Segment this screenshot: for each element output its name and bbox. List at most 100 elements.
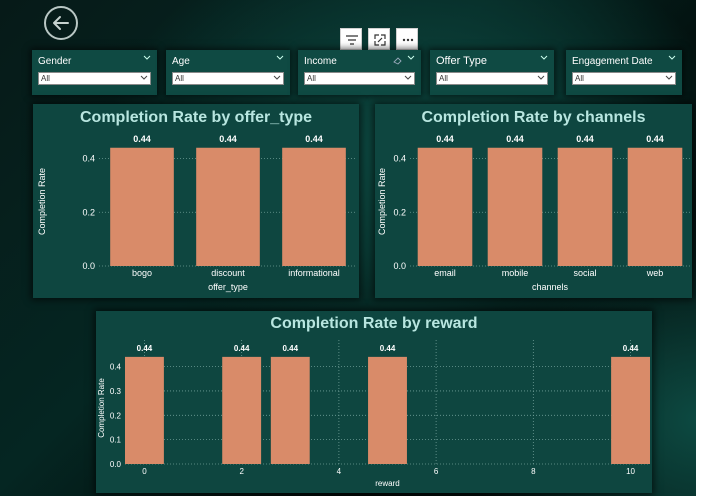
x-tick-label: 10 bbox=[626, 467, 635, 476]
slicer-engagement-date-dropdown[interactable]: All bbox=[572, 72, 676, 85]
y-axis-label: Completion Rate bbox=[377, 168, 387, 235]
report-canvas: Gender All Age All Income All Offer Type… bbox=[0, 0, 714, 502]
bar bbox=[368, 356, 407, 464]
chart-card-reward[interactable]: Completion Rate by reward 0.0 0.1 0.2 0.3 0.… bbox=[96, 311, 652, 493]
slicer-gender[interactable]: Gender All bbox=[32, 50, 157, 95]
x-tick-label: discount bbox=[211, 268, 245, 278]
data-label: 0.44 bbox=[234, 344, 250, 353]
chevron-down-icon[interactable] bbox=[540, 55, 548, 61]
y-axis-label: Completion Rate bbox=[37, 168, 47, 235]
bar bbox=[282, 147, 346, 266]
bar bbox=[125, 356, 164, 464]
x-tick-label: informational bbox=[288, 268, 340, 278]
chevron-down-icon bbox=[404, 75, 412, 80]
chart-card-offer-type[interactable]: Completion Rate by offer_type 0.0 0.2 0.4 0… bbox=[33, 104, 359, 298]
x-axis-label: offer_type bbox=[208, 282, 248, 292]
data-label: 0.44 bbox=[623, 344, 639, 353]
chevron-down-icon[interactable] bbox=[276, 55, 284, 61]
slicer-age-dropdown[interactable]: All bbox=[172, 72, 284, 85]
chevron-down-icon bbox=[273, 75, 281, 80]
y-tick-label: 0.1 bbox=[110, 436, 122, 445]
back-button[interactable] bbox=[44, 6, 78, 40]
slicer-offer-type-dropdown[interactable]: All bbox=[436, 72, 548, 85]
slicer-gender-label: Gender bbox=[38, 56, 72, 67]
more-options-button[interactable] bbox=[396, 28, 418, 50]
bar-chart-channels: 0.0 0.2 0.4 0.44 email 0.44 mobile 0.44 social 0.… bbox=[377, 134, 690, 292]
slicer-offer-type-value: All bbox=[439, 74, 448, 83]
slicer-income-value: All bbox=[307, 74, 316, 83]
slicer-gender-value: All bbox=[41, 74, 50, 83]
x-tick-label: social bbox=[573, 268, 596, 278]
x-tick-label: 2 bbox=[239, 467, 244, 476]
x-axis-label: channels bbox=[532, 282, 569, 292]
chevron-down-icon[interactable] bbox=[143, 55, 151, 61]
chevron-down-icon[interactable] bbox=[407, 55, 415, 61]
x-tick-label: 0 bbox=[142, 467, 147, 476]
chevron-down-icon[interactable] bbox=[668, 55, 676, 61]
focus-mode-icon bbox=[374, 34, 386, 46]
slicer-engagement-date[interactable]: Engagement Date All bbox=[566, 50, 682, 95]
data-label: 0.44 bbox=[219, 134, 237, 144]
y-tick-label: 0.0 bbox=[393, 261, 406, 271]
eraser-icon[interactable] bbox=[393, 56, 403, 65]
filter-button[interactable] bbox=[340, 28, 362, 50]
y-tick-label: 0.4 bbox=[110, 363, 122, 372]
x-tick-label: 6 bbox=[434, 467, 439, 476]
slicer-age[interactable]: Age All bbox=[166, 50, 290, 95]
y-tick-label: 0.0 bbox=[82, 261, 95, 271]
bar-chart-reward: 0.0 0.1 0.2 0.3 0.4 0 2 4 6 8 10 0.44 0.44 0.44 0.44 0.… bbox=[97, 340, 650, 488]
x-tick-label: mobile bbox=[502, 268, 529, 278]
data-label: 0.44 bbox=[305, 134, 323, 144]
arrow-left-icon bbox=[53, 16, 69, 30]
x-tick-label: 4 bbox=[337, 467, 342, 476]
filter-icon bbox=[346, 35, 358, 45]
y-tick-label: 0.2 bbox=[393, 207, 406, 217]
x-axis-label: reward bbox=[375, 479, 399, 488]
data-label: 0.44 bbox=[646, 134, 664, 144]
slicer-offer-type[interactable]: Offer Type All bbox=[430, 50, 554, 95]
y-tick-label: 0.2 bbox=[82, 207, 95, 217]
bar-chart-offer-type: 0.0 0.2 0.4 0.44 bogo 0.44 discount 0.44 informa… bbox=[37, 134, 357, 292]
data-label: 0.44 bbox=[506, 134, 524, 144]
bar bbox=[270, 356, 310, 464]
slicer-income-label: Income bbox=[304, 56, 337, 67]
data-label: 0.44 bbox=[436, 134, 454, 144]
y-tick-label: 0.3 bbox=[110, 387, 122, 396]
slicer-income-dropdown[interactable]: All bbox=[304, 72, 415, 85]
slicer-engagement-date-value: All bbox=[575, 74, 584, 83]
data-label: 0.44 bbox=[282, 344, 298, 353]
more-options-icon bbox=[402, 38, 414, 42]
chevron-down-icon bbox=[537, 75, 545, 80]
slicer-age-label: Age bbox=[172, 56, 190, 67]
chevron-down-icon bbox=[140, 75, 148, 80]
page-margin-bottom bbox=[0, 496, 714, 502]
slicer-engagement-date-label: Engagement Date bbox=[572, 56, 653, 67]
x-tick-label: bogo bbox=[132, 268, 152, 278]
focus-mode-button[interactable] bbox=[368, 28, 390, 50]
y-tick-label: 0.2 bbox=[110, 411, 122, 420]
bar bbox=[627, 147, 683, 266]
slicer-gender-dropdown[interactable]: All bbox=[38, 72, 151, 85]
x-tick-label: 8 bbox=[531, 467, 536, 476]
page-margin bbox=[696, 0, 714, 502]
bar bbox=[557, 147, 613, 266]
slicer-offer-type-label: Offer Type bbox=[436, 55, 487, 67]
y-tick-label: 0.4 bbox=[393, 154, 406, 164]
slicer-age-value: All bbox=[175, 74, 184, 83]
bar bbox=[417, 147, 473, 266]
slicer-income[interactable]: Income All bbox=[298, 50, 421, 95]
bar bbox=[222, 356, 262, 464]
chart-card-channels[interactable]: Completion Rate by channels 0.0 0.2 0.4 0.4… bbox=[375, 104, 692, 298]
bar bbox=[110, 147, 174, 266]
data-label: 0.44 bbox=[380, 344, 396, 353]
y-tick-label: 0.4 bbox=[82, 154, 95, 164]
bar bbox=[487, 147, 543, 266]
data-label: 0.44 bbox=[133, 134, 151, 144]
bar bbox=[196, 147, 260, 266]
chevron-down-icon bbox=[665, 75, 673, 80]
data-label: 0.44 bbox=[137, 344, 153, 353]
y-tick-label: 0.0 bbox=[110, 460, 122, 469]
data-label: 0.44 bbox=[576, 134, 594, 144]
bar bbox=[611, 356, 650, 464]
x-tick-label: web bbox=[646, 268, 664, 278]
